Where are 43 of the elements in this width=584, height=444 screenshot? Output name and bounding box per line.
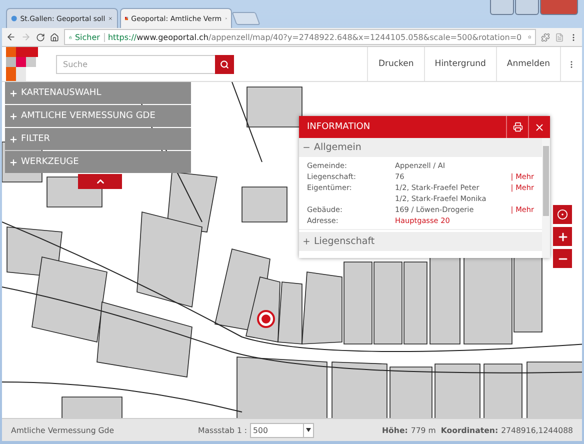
close-icon [534, 122, 545, 132]
zoom-out-button[interactable] [553, 249, 572, 268]
caret-icon [306, 428, 312, 432]
locate-button[interactable] [553, 205, 572, 224]
section-header[interactable]: Liegenschaft [299, 232, 542, 251]
search-field[interactable]: Suche [56, 54, 215, 74]
secure-label: Sicher [74, 32, 105, 42]
nav-link[interactable]: Drucken [367, 47, 424, 81]
address-bar[interactable]: Sicher https://www.geoportal.ch/appenzell/map/40?y=2748922.648&x=1244105.058&scale=500&rotation=0 [64, 29, 536, 45]
section-header[interactable]: Allgemein [299, 138, 542, 157]
maximize-button[interactable] [515, 0, 539, 15]
plus-icon [9, 112, 18, 120]
search-icon [220, 60, 229, 68]
logo-icon [125, 14, 128, 23]
panel-title: INFORMATION [306, 122, 372, 132]
map-drawing[interactable] [2, 82, 582, 418]
close-icon[interactable] [108, 15, 113, 22]
plus-icon [9, 158, 18, 166]
star-icon[interactable] [528, 33, 531, 41]
back-icon[interactable] [6, 32, 16, 42]
reload-icon[interactable] [36, 32, 45, 42]
home-icon[interactable] [50, 32, 59, 42]
plus-icon [556, 230, 568, 242]
globe-icon [11, 14, 18, 23]
menu-item[interactable]: AMTLICHE VERMESSUNG GDE [5, 105, 191, 127]
url-text: https://www.geoportal.ch/appenzell/map/40?y=2748922.648&x=1244105.058&scale=500&rotation=0 [108, 32, 522, 42]
menu-item[interactable]: KARTENAUSWAHL [5, 82, 191, 104]
printer-icon [512, 122, 522, 132]
nav-link[interactable]: Anmelden [496, 47, 560, 81]
puzzle-icon[interactable] [541, 32, 550, 42]
nav-link[interactable]: Hintergrund [424, 47, 496, 81]
plus-icon [302, 237, 311, 246]
location-marker-icon [256, 309, 276, 329]
menu-item[interactable]: WERKZEUGE [5, 151, 191, 173]
zoom-in-button[interactable] [553, 227, 572, 246]
lock-icon [69, 34, 72, 40]
plus-icon [9, 134, 18, 144]
document-icon[interactable] [555, 32, 564, 42]
minimize-button[interactable] [490, 0, 514, 15]
plus-icon [9, 88, 18, 98]
target-icon [557, 209, 568, 220]
search-button[interactable] [215, 54, 234, 74]
menu-item[interactable]: FILTER [5, 128, 191, 150]
